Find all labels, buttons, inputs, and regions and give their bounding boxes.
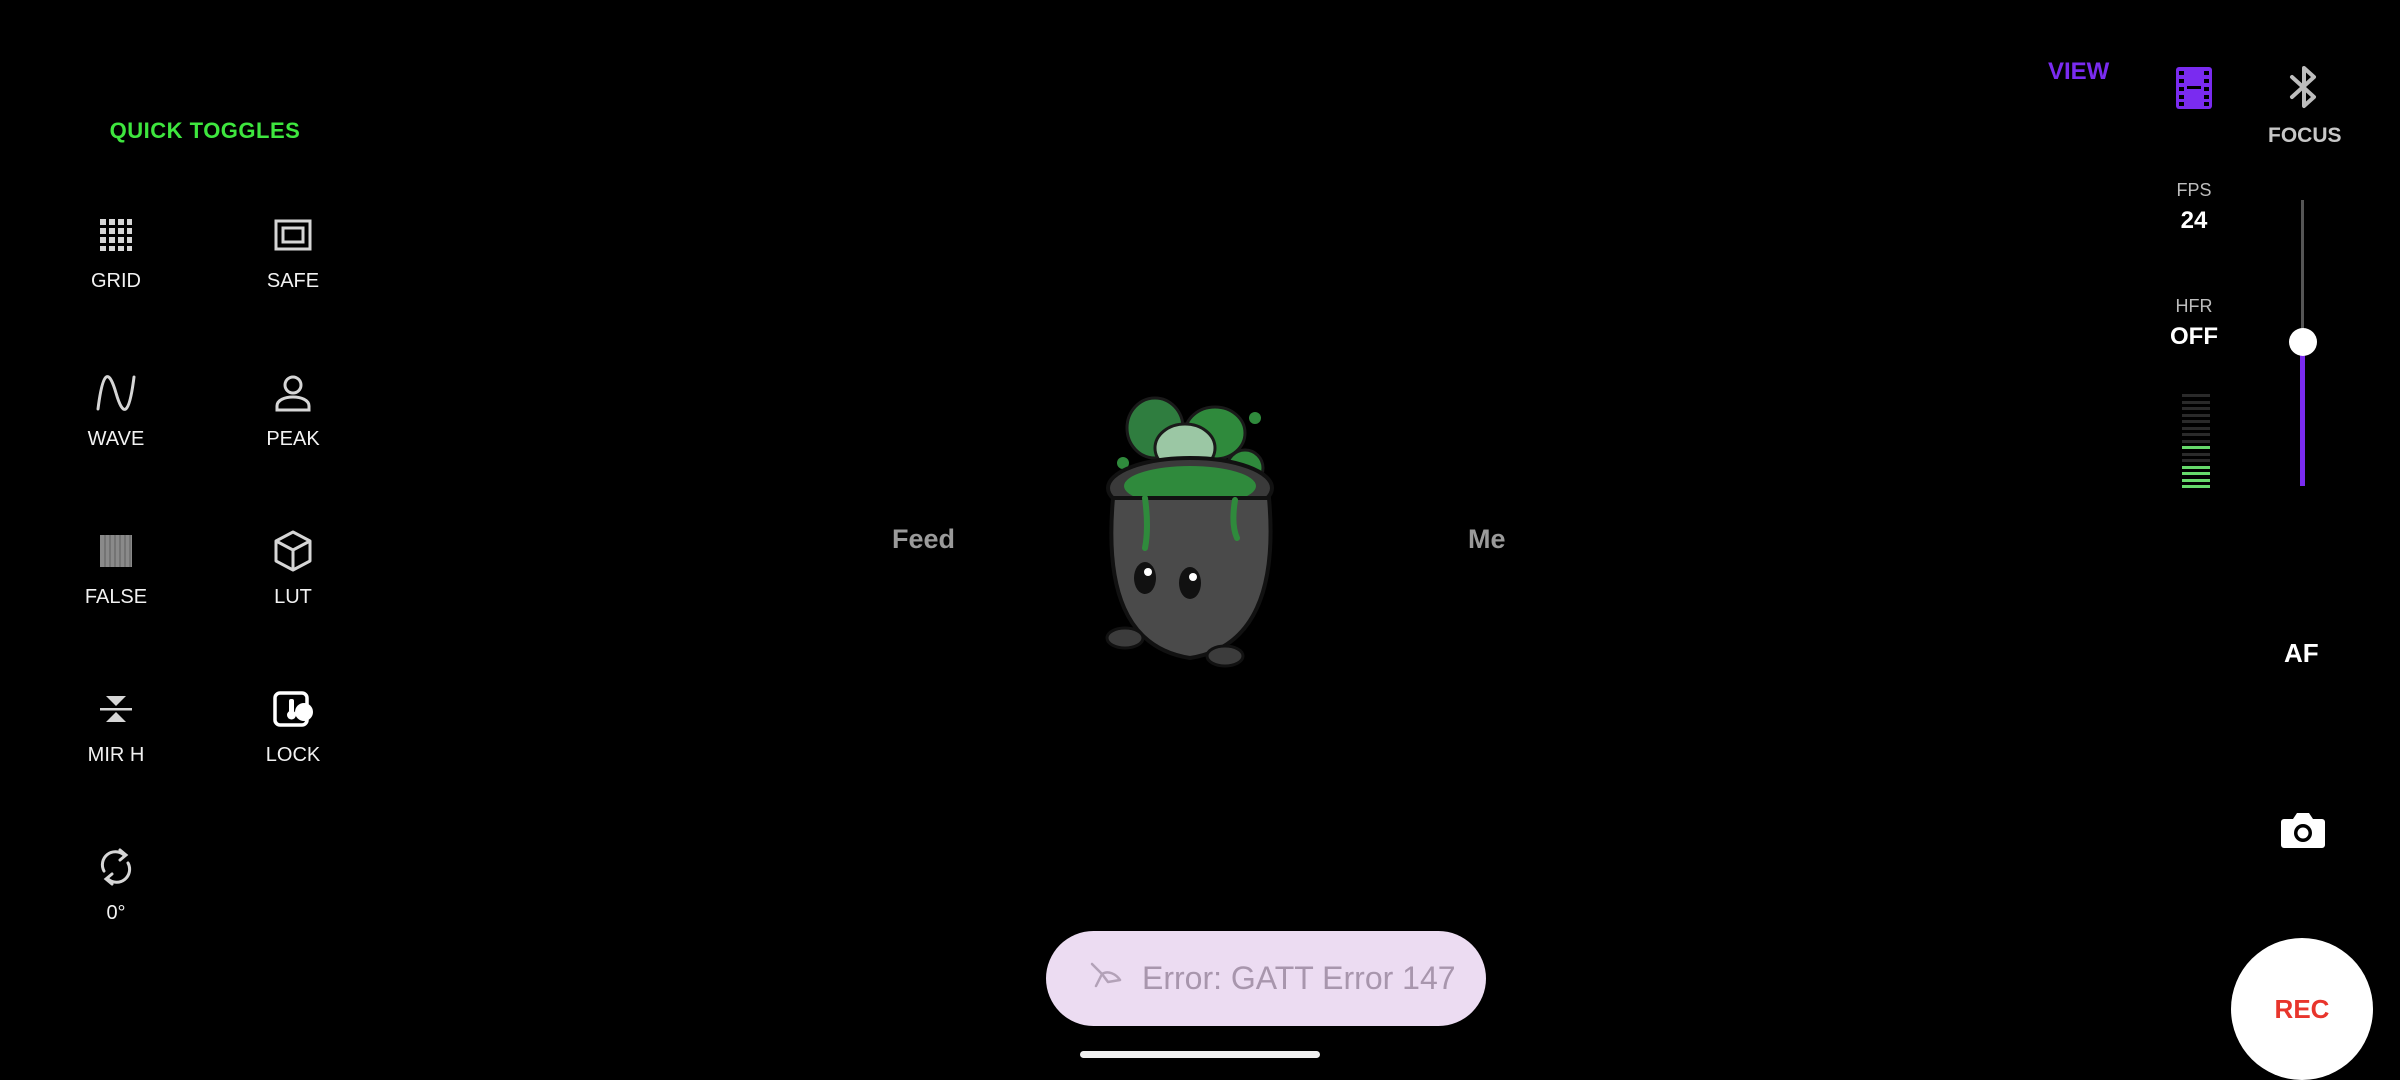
- audio-meter-bar: [2182, 446, 2210, 449]
- toggle-peak-label: PEAK: [266, 428, 320, 450]
- film-strip-icon[interactable]: [2175, 66, 2213, 115]
- audio-meter-bar: [2182, 465, 2210, 469]
- audio-meter-bar: [2182, 400, 2210, 404]
- home-indicator[interactable]: [1080, 1051, 1320, 1058]
- hfr-label: HFR: [2175, 296, 2213, 316]
- audio-meter-bar: [2182, 478, 2210, 482]
- false-color-icon: [46, 528, 186, 574]
- grid-icon: [46, 212, 186, 258]
- bluetooth-icon[interactable]: [2287, 64, 2321, 115]
- toggle-lock-label: LOCK: [265, 744, 321, 766]
- person-icon: [223, 370, 363, 416]
- toggle-mirror-h[interactable]: MIR H: [46, 686, 186, 767]
- audio-meter-bar: [2182, 420, 2210, 423]
- audio-meter-bar: [2182, 394, 2210, 397]
- audio-meter-bar: [2182, 485, 2210, 488]
- audio-meter-bar: [2182, 459, 2210, 462]
- audio-meter-bar: [2182, 426, 2210, 430]
- audio-meter-bar: [2182, 413, 2210, 417]
- toggle-rotation-label: 0°: [106, 902, 126, 924]
- me-tab[interactable]: Me: [1468, 524, 1506, 555]
- exposure-lock-icon: [223, 686, 363, 732]
- toggle-wave-label: WAVE: [87, 428, 145, 450]
- focus-label: FOCUS: [2268, 124, 2342, 147]
- audio-meter-bar: [2182, 407, 2210, 410]
- toggle-rotation[interactable]: 0°: [46, 844, 186, 925]
- toggle-peak[interactable]: PEAK: [223, 370, 363, 451]
- mirror-horizontal-icon: [46, 686, 186, 732]
- quick-toggles-title: QUICK TOGGLES: [109, 118, 301, 143]
- hfr-value[interactable]: OFF: [2144, 323, 2244, 351]
- cauldron-mascot-icon: [1085, 388, 1305, 688]
- audio-meter-bar: [2182, 439, 2210, 443]
- safe-frame-icon: [223, 212, 363, 258]
- audio-meter-bar: [2182, 433, 2210, 436]
- toggle-mirror-label: MIR H: [87, 744, 145, 766]
- toggle-false-color[interactable]: FALSE: [46, 528, 186, 609]
- af-button[interactable]: AF: [2284, 638, 2319, 669]
- toggle-lut[interactable]: LUT: [223, 528, 363, 609]
- feed-tab[interactable]: Feed: [892, 524, 955, 555]
- audio-meter-bar: [2182, 452, 2210, 456]
- fps-label: FPS: [2176, 180, 2212, 200]
- waveform-icon: [46, 370, 186, 416]
- focus-slider-thumb[interactable]: [2289, 328, 2317, 356]
- fps-value[interactable]: 24: [2144, 207, 2244, 235]
- toggle-safe-label: SAFE: [266, 270, 320, 292]
- view-button[interactable]: VIEW: [2048, 58, 2109, 86]
- record-button-label: REC: [2274, 993, 2330, 1024]
- rotate-icon: [46, 844, 186, 890]
- toggle-safe[interactable]: SAFE: [223, 212, 363, 293]
- record-button[interactable]: REC: [2231, 938, 2373, 1080]
- toggle-lut-label: LUT: [274, 586, 312, 608]
- bird-icon: [1088, 960, 1124, 997]
- focus-slider-fill: [2300, 342, 2305, 486]
- error-toast-message: Error: GATT Error 147: [1142, 960, 1456, 996]
- toggle-lock[interactable]: LOCK: [223, 686, 363, 767]
- toggle-grid[interactable]: GRID: [46, 212, 186, 293]
- camera-icon[interactable]: [2280, 810, 2326, 855]
- toggle-grid-label: GRID: [91, 270, 141, 292]
- toggle-false-label: FALSE: [84, 586, 148, 608]
- toggle-wave[interactable]: WAVE: [46, 370, 186, 451]
- audio-meter-bar: [2182, 472, 2210, 475]
- error-toast: Error: GATT Error 147: [1046, 931, 1486, 1026]
- cube-icon: [223, 528, 363, 574]
